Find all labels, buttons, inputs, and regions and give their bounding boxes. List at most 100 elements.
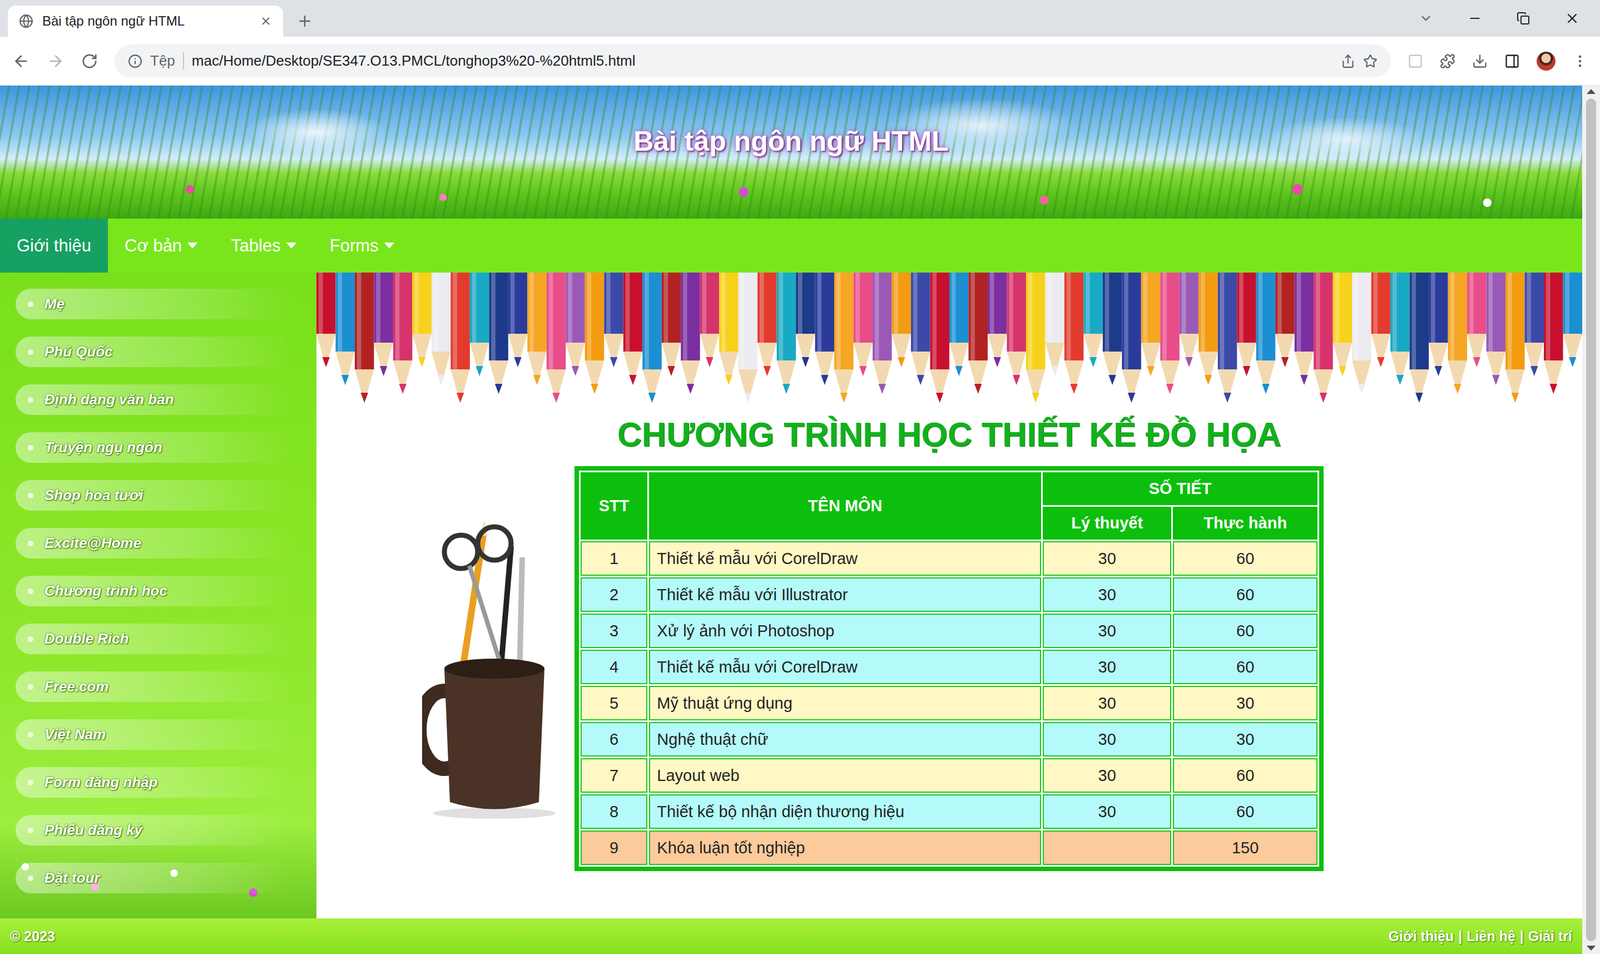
bullet-icon	[27, 588, 34, 594]
table-cell: Thiết kế bộ nhận diện thương hiệu	[649, 794, 1042, 829]
table-cell: Layout web	[649, 758, 1042, 793]
table-cell: 30	[1042, 685, 1172, 721]
table-cell: Khóa luận tốt nghiệp	[649, 830, 1042, 865]
caret-icon	[384, 242, 395, 249]
viewport: Bài tập ngôn ngữ HTMLGiới thiệuCơ bảnTab…	[0, 85, 1600, 954]
bullet-icon	[27, 301, 34, 307]
footer-link[interactable]: Liên hệ	[1466, 928, 1516, 945]
caret-icon	[187, 242, 198, 249]
footer-link[interactable]: Giải trí	[1528, 928, 1573, 945]
sidebar-item[interactable]: Excite@Home	[15, 527, 295, 559]
new-tab-button[interactable]	[283, 5, 327, 37]
web-page: Bài tập ngôn ngữ HTMLGiới thiệuCơ bảnTab…	[0, 85, 1583, 954]
table-cell: Thiết kế mẫu với CorelDraw	[649, 541, 1042, 576]
bullet-icon	[27, 875, 34, 881]
caret-icon	[286, 242, 297, 249]
share-icon[interactable]	[1340, 53, 1356, 69]
bullet-icon	[27, 779, 34, 786]
star-icon[interactable]	[1363, 53, 1378, 69]
sidebar-item[interactable]: Phiếu đăng ký	[15, 814, 295, 846]
table-area: STTTÊN MÔNSỐ TIẾTLý thuyếtThực hành1Thiế…	[316, 466, 1583, 871]
bullet-icon	[27, 684, 34, 690]
sidebar-item[interactable]: Truyện ngụ ngôn	[15, 432, 295, 463]
extension-icon[interactable]	[1407, 53, 1424, 69]
toolbar-icons	[1407, 51, 1588, 71]
reload-icon[interactable]	[81, 52, 98, 70]
footer-link[interactable]: Giới thiệu	[1388, 928, 1455, 945]
scroll-thumb[interactable]	[1586, 98, 1597, 941]
table-cell: 9	[580, 830, 648, 865]
browser-tab[interactable]: Bài tập ngôn ngữ HTML	[7, 5, 284, 37]
bullet-icon	[27, 540, 34, 547]
avatar-icon[interactable]	[1536, 51, 1556, 71]
sidebar-item[interactable]: Đặt tour	[15, 862, 295, 894]
footer-separator: |	[1519, 928, 1524, 945]
close-window-icon[interactable]	[1564, 10, 1580, 27]
footer-separator: |	[1458, 928, 1463, 945]
sidebar-item[interactable]: Chương trình học	[15, 575, 295, 607]
content-title: CHƯƠNG TRÌNH HỌC THIẾT KẾ ĐỒ HỌA	[617, 414, 1282, 454]
footer: © 2023Giới thiệu|Liên hệ|Giải trí	[0, 918, 1583, 954]
sidebar-item[interactable]: Double Rich	[15, 623, 295, 655]
table-row: 9Khóa luận tốt nghiệp 150	[580, 830, 1318, 865]
back-icon[interactable]	[12, 52, 31, 71]
tab-title: Bài tập ngôn ngữ HTML	[42, 13, 251, 29]
menu-icon[interactable]	[1572, 53, 1588, 69]
sidebar-item[interactable]: Form đăng nhập	[15, 766, 295, 798]
scrollbar[interactable]	[1582, 85, 1600, 954]
sidebar: Mẹ Phú Quốc Định dạng văn bản Truyện ngụ ng…	[0, 272, 317, 919]
footer-links: Giới thiệu|Liên hệ|Giải trí	[1388, 928, 1573, 945]
url-text: mac/Home/Desktop/SE347.O13.PMCL/tonghop3…	[191, 52, 1334, 70]
nav-item[interactable]: Cơ bản	[107, 218, 215, 273]
table-row: 5Mỹ thuật ứng dụng3030	[580, 685, 1318, 721]
minimize-icon[interactable]	[1467, 11, 1483, 26]
sidebar-item[interactable]: Việt Nam	[15, 719, 295, 750]
table-cell: 150	[1172, 830, 1318, 865]
nav-bar: Giới thiệuCơ bảnTablesForms	[0, 218, 1583, 273]
table-cell: Nghệ thuật chữ	[649, 721, 1042, 757]
address-bar[interactable]: Tệpmac/Home/Desktop/SE347.O13.PMCL/tongh…	[114, 44, 1391, 78]
table-row: 3Xử lý ảnh với Photoshop3060	[580, 613, 1318, 648]
site-title: Bài tập ngôn ngữ HTML	[633, 125, 949, 158]
curriculum-table: STTTÊN MÔNSỐ TIẾTLý thuyếtThực hành1Thiế…	[574, 466, 1324, 871]
table-cell: 30	[1042, 721, 1172, 757]
browser-window: Bài tập ngôn ngữ HTML Tệpmac/Home/Desktop…	[0, 0, 1600, 954]
forward-icon[interactable]	[46, 52, 65, 71]
pencils-banner	[316, 272, 1583, 409]
window-controls	[1418, 0, 1600, 37]
table-cell: 30	[1042, 613, 1172, 648]
scroll-down-icon[interactable]	[1586, 945, 1596, 951]
sidebar-item[interactable]: Shop hoa tươi	[15, 479, 295, 511]
nav-item[interactable]: Giới thiệu	[0, 218, 108, 273]
side-panel-icon[interactable]	[1504, 53, 1520, 69]
header-cell: Thực hành	[1172, 506, 1318, 540]
table-cell: 30	[1042, 649, 1172, 685]
sidebar-item[interactable]: Phú Quốc	[15, 336, 295, 368]
sidebar-item[interactable]: Định dạng văn bản	[15, 384, 295, 415]
puzzle-icon[interactable]	[1439, 53, 1456, 69]
site-banner: Bài tập ngôn ngữ HTML	[0, 85, 1583, 219]
header-cell: STT	[580, 472, 648, 540]
copyright: © 2023	[10, 928, 56, 945]
scroll-up-icon[interactable]	[1586, 88, 1596, 94]
download-icon[interactable]	[1472, 53, 1488, 69]
nav-item[interactable]: Forms	[313, 218, 411, 273]
table-row: 8Thiết kế bộ nhận diện thương hiệu3060	[580, 794, 1318, 829]
plus-icon	[296, 12, 314, 30]
content: CHƯƠNG TRÌNH HỌC THIẾT KẾ ĐỒ HỌA STTTÊN M…	[316, 272, 1583, 919]
restore-icon[interactable]	[1516, 11, 1530, 26]
table-cell: 2	[580, 577, 648, 612]
table-row: 2Thiết kế mẫu với Illustrator3060	[580, 577, 1318, 612]
nav-item[interactable]: Tables	[214, 218, 314, 273]
address-row: Tệpmac/Home/Desktop/SE347.O13.PMCL/tongh…	[0, 36, 1600, 86]
info-icon[interactable]	[127, 53, 143, 69]
sidebar-item[interactable]: Mẹ	[15, 288, 295, 320]
table-cell: 4	[580, 649, 648, 685]
table-cell: 60	[1172, 613, 1318, 648]
chevron-down-icon[interactable]	[1418, 11, 1434, 26]
table-row: 4Thiết kế mẫu với CorelDraw3060	[580, 649, 1318, 685]
close-icon[interactable]	[259, 15, 272, 28]
sidebar-item[interactable]: Free.com	[15, 671, 295, 702]
pen-mug-picture	[422, 512, 567, 825]
table-header-row: STTTÊN MÔNSỐ TIẾT	[580, 472, 1318, 505]
